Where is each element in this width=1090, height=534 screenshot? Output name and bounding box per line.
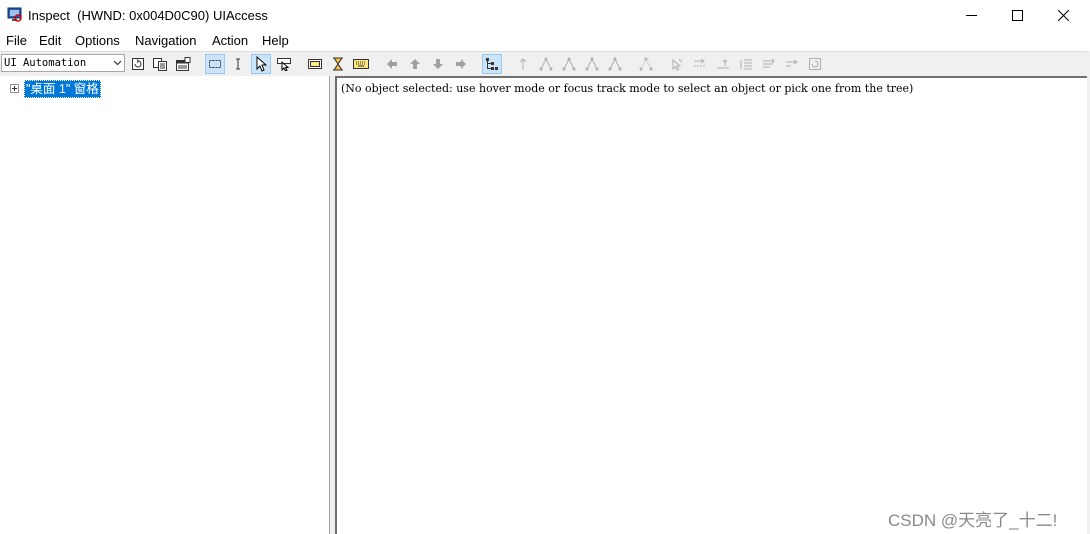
select-item-button[interactable] — [759, 54, 779, 74]
toggle-button[interactable] — [690, 54, 710, 74]
nav-back-icon — [387, 59, 397, 69]
walk-last-child-button[interactable] — [605, 54, 625, 74]
nav-down-icon — [433, 59, 443, 69]
mode-select[interactable]: UI Automation — [1, 54, 125, 72]
walk-next-sibling-button[interactable] — [559, 54, 579, 74]
expand-icon[interactable] — [10, 84, 19, 93]
focus-tracking-button[interactable] — [274, 54, 294, 74]
hover-mode-icon — [256, 56, 267, 72]
walk-tree-icon — [639, 57, 653, 71]
minimize-button[interactable] — [948, 0, 994, 30]
focus-tracking-icon — [277, 58, 291, 71]
menu-navigation[interactable]: Navigation — [135, 33, 196, 48]
chevron-down-icon — [110, 55, 124, 71]
refresh-icon — [132, 58, 144, 70]
menu-file[interactable]: File — [6, 33, 27, 48]
details-text: (No object selected: use hover mode or f… — [341, 82, 914, 95]
walk-tree-icon — [539, 57, 553, 71]
walk-prev-sibling-button[interactable] — [582, 54, 602, 74]
title-bar: Inspect (HWND: 0x004D0C90) UIAccess — [0, 0, 1090, 30]
highlight-rectangle-icon — [209, 60, 221, 68]
minimize-icon — [965, 14, 977, 16]
highlight-rectangle-button[interactable] — [205, 54, 225, 74]
copy-icon — [153, 58, 167, 71]
window-title: Inspect (HWND: 0x004D0C90) UIAccess — [28, 8, 268, 23]
maximize-icon — [1011, 9, 1023, 21]
show-rectangle-button[interactable] — [305, 54, 325, 74]
pointer-icon — [672, 58, 683, 71]
menu-options[interactable]: Options — [75, 33, 120, 48]
mode-select-value: UI Automation — [4, 57, 87, 69]
walk-parent-button[interactable] — [513, 54, 533, 74]
walk-tree-icon — [585, 57, 599, 71]
nav-forward-icon — [456, 59, 466, 69]
tree-view-icon — [486, 58, 498, 70]
toolbar: UI Automation — [0, 51, 1088, 77]
scroll-button[interactable] — [736, 54, 756, 74]
hourglass-icon — [333, 57, 343, 71]
details-pane[interactable]: (No object selected: use hover mode or f… — [335, 76, 1087, 534]
menu-bar: File Edit Options Navigation Action Help — [0, 30, 1090, 51]
menu-help[interactable]: Help — [262, 33, 289, 48]
nav-up-icon — [410, 59, 420, 69]
properties-button[interactable] — [173, 54, 193, 74]
keyboard-icon — [353, 59, 369, 69]
tree-pane[interactable]: "桌面 1" 窗格 — [0, 76, 330, 534]
window-icon — [809, 58, 821, 70]
window-pattern-button[interactable] — [805, 54, 825, 74]
nav-back-button[interactable] — [382, 54, 402, 74]
maximize-button[interactable] — [994, 0, 1040, 30]
show-rectangle-icon — [308, 59, 322, 69]
walk-tree-icon — [608, 57, 622, 71]
move-right-icon — [786, 59, 798, 67]
select-icon — [763, 58, 775, 68]
nav-forward-button[interactable] — [451, 54, 471, 74]
close-icon — [1057, 9, 1069, 21]
tree-view-button[interactable] — [482, 54, 502, 74]
nav-up-button[interactable] — [405, 54, 425, 74]
inspect-app-icon — [7, 7, 23, 23]
close-button[interactable] — [1040, 0, 1086, 30]
keyboard-button[interactable] — [351, 54, 371, 74]
menu-action[interactable]: Action — [212, 33, 248, 48]
expand-icon — [717, 59, 729, 69]
walk-root-button[interactable] — [636, 54, 656, 74]
list-icon — [740, 59, 752, 70]
tree-item-label[interactable]: "桌面 1" 窗格 — [24, 80, 101, 98]
invoke-button[interactable] — [667, 54, 687, 74]
refresh-button[interactable] — [128, 54, 148, 74]
hourglass-button[interactable] — [328, 54, 348, 74]
hover-mode-button[interactable] — [251, 54, 271, 74]
caret-button[interactable] — [228, 54, 248, 74]
walk-tree-icon — [562, 57, 576, 71]
copy-button[interactable] — [150, 54, 170, 74]
properties-icon — [176, 57, 191, 71]
watermark: CSDN @天亮了_十二! — [888, 511, 1058, 530]
walk-first-child-button[interactable] — [536, 54, 556, 74]
move-button[interactable] — [782, 54, 802, 74]
nav-down-button[interactable] — [428, 54, 448, 74]
expand-collapse-button[interactable] — [713, 54, 733, 74]
caret-icon — [236, 58, 240, 70]
walk-parent-icon — [519, 58, 527, 70]
toggle-icon — [694, 58, 706, 67]
menu-edit[interactable]: Edit — [39, 33, 61, 48]
